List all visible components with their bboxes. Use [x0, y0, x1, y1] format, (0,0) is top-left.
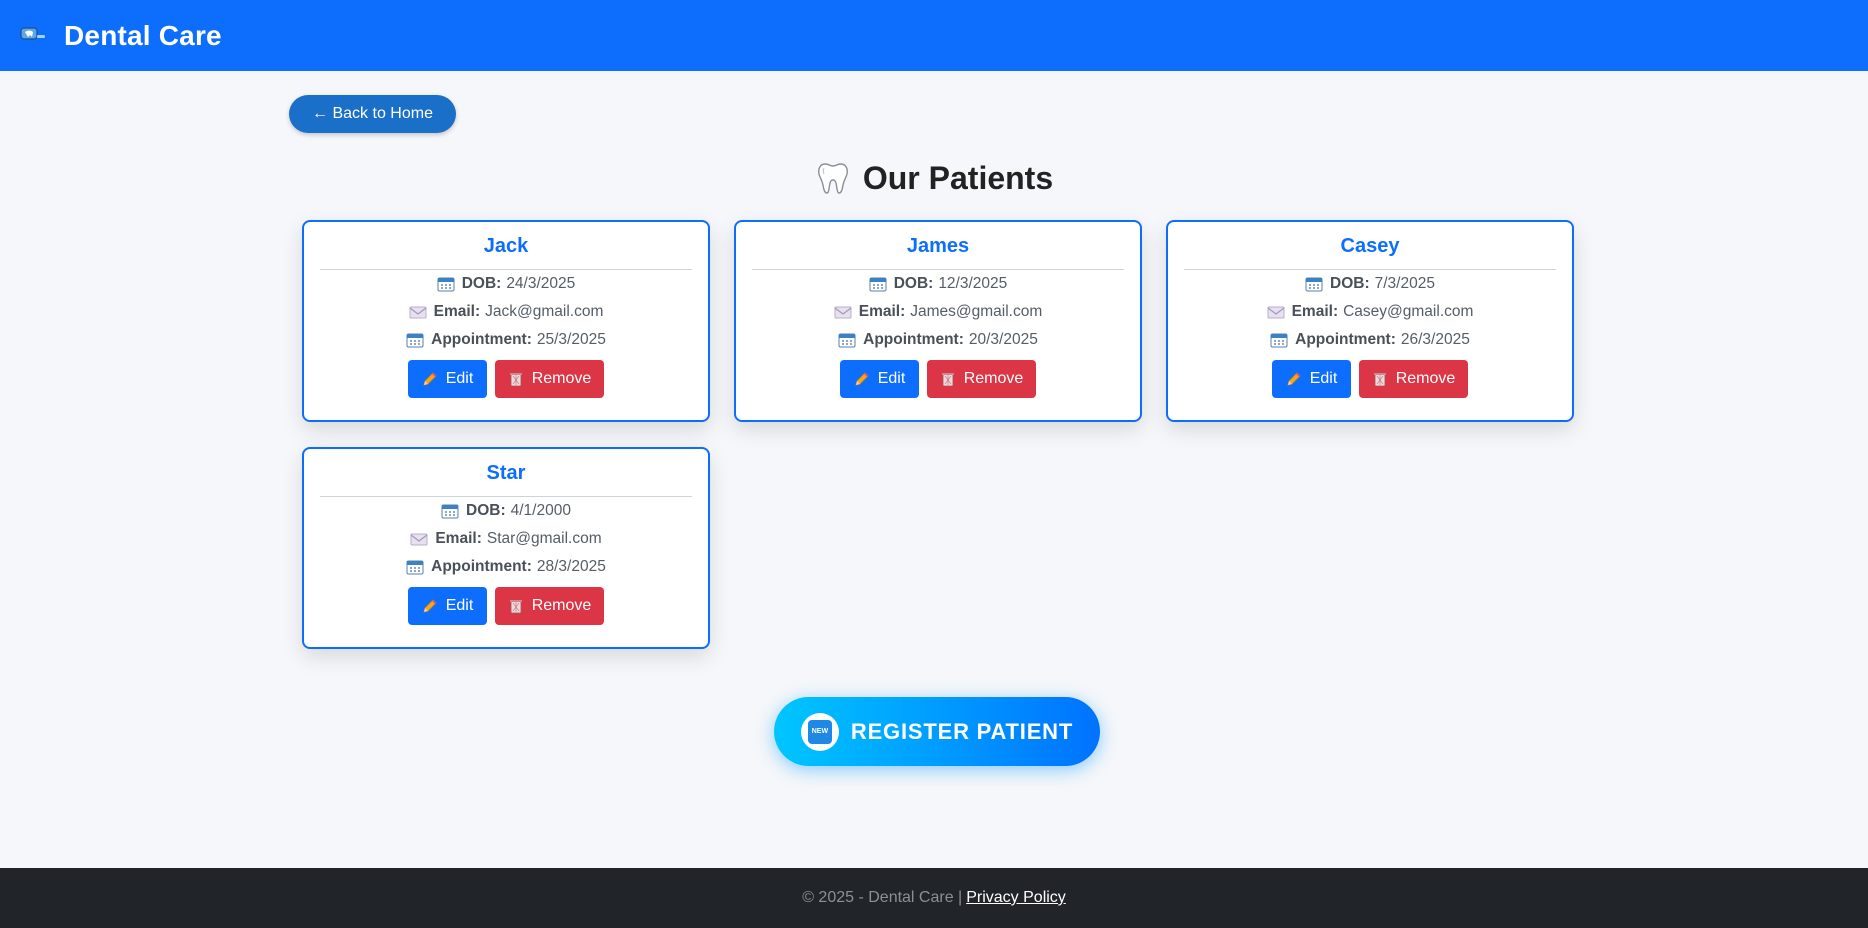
- envelope-icon: [410, 531, 428, 547]
- patient-card: Jack DOB: 24/3/2025 Email: Jack@gmail.co…: [302, 220, 710, 422]
- edit-label: Edit: [1309, 370, 1338, 387]
- appointment-row: Appointment: 20/3/2025: [752, 326, 1124, 354]
- remove-button[interactable]: Remove: [927, 360, 1036, 398]
- remove-button[interactable]: Remove: [495, 360, 604, 398]
- calendar-icon: [441, 503, 459, 519]
- email-label: Email:: [1291, 303, 1339, 320]
- dob-value: 12/3/2025: [938, 275, 1008, 292]
- card-actions: Edit Remove: [752, 360, 1124, 398]
- envelope-icon: [409, 304, 427, 320]
- dob-row: DOB: 7/3/2025: [1184, 270, 1556, 298]
- calendar-icon: [406, 332, 424, 348]
- pencil-icon: [1286, 371, 1302, 387]
- email-row: Email: James@gmail.com: [752, 298, 1124, 326]
- calendar-icon: [869, 276, 887, 292]
- footer: © 2025 - Dental Care | Privacy Policy: [0, 868, 1868, 928]
- tooth-icon: [817, 163, 848, 194]
- dob-row: DOB: 12/3/2025: [752, 270, 1124, 298]
- card-actions: Edit Remove: [1184, 360, 1556, 398]
- page-heading-text: Our Patients: [862, 159, 1054, 196]
- patient-card: Casey DOB: 7/3/2025 Email: Casey@gmail.c…: [1166, 220, 1574, 422]
- email-label: Email:: [433, 303, 481, 320]
- appointment-label: Appointment:: [1295, 331, 1396, 348]
- patient-card: Star DOB: 4/1/2000 Email: Star@gmail.com…: [302, 447, 710, 649]
- pencil-icon: [854, 371, 870, 387]
- page-title: Our Patients: [0, 154, 1868, 202]
- appointment-row: Appointment: 26/3/2025: [1184, 326, 1556, 354]
- patient-name: Casey: [1184, 222, 1556, 270]
- appointment-label: Appointment:: [431, 558, 532, 575]
- appointment-value: 26/3/2025: [1400, 331, 1470, 348]
- pencil-icon: [422, 371, 438, 387]
- edit-button[interactable]: Edit: [1272, 360, 1351, 398]
- privacy-policy-link[interactable]: Privacy Policy: [966, 889, 1066, 907]
- appointment-row: Appointment: 25/3/2025: [320, 326, 692, 354]
- register-patient-button[interactable]: NEW REGISTER PATIENT: [774, 697, 1100, 766]
- calendar-icon: [838, 332, 856, 348]
- dob-value: 4/1/2000: [510, 502, 571, 519]
- navbar: Dental Care: [0, 0, 1868, 71]
- email-row: Email: Star@gmail.com: [320, 525, 692, 553]
- trash-icon: [1372, 371, 1388, 387]
- back-to-home-button[interactable]: ← Back to Home: [289, 95, 456, 133]
- dob-value: 7/3/2025: [1374, 275, 1435, 292]
- email-row: Email: Casey@gmail.com: [1184, 298, 1556, 326]
- appointment-value: 20/3/2025: [968, 331, 1038, 348]
- remove-button[interactable]: Remove: [495, 587, 604, 625]
- remove-label: Remove: [1395, 370, 1456, 387]
- register-patient-label: REGISTER PATIENT: [850, 718, 1074, 744]
- patient-card: James DOB: 12/3/2025 Email: James@gmail.…: [734, 220, 1142, 422]
- patient-name: Star: [320, 449, 692, 497]
- footer-copyright: © 2025 - Dental Care |: [802, 889, 963, 906]
- edit-label: Edit: [445, 370, 474, 387]
- patient-name: James: [752, 222, 1124, 270]
- remove-label: Remove: [531, 597, 592, 614]
- calendar-icon: [406, 559, 424, 575]
- appointment-row: Appointment: 28/3/2025: [320, 553, 692, 581]
- email-label: Email:: [435, 530, 482, 547]
- appointment-value: 28/3/2025: [536, 558, 606, 575]
- email-value: Star@gmail.com: [486, 530, 602, 547]
- calendar-icon: [1270, 332, 1288, 348]
- dob-label: DOB:: [461, 275, 502, 292]
- envelope-icon: [1267, 304, 1285, 320]
- dob-row: DOB: 24/3/2025: [320, 270, 692, 298]
- calendar-icon: [437, 276, 455, 292]
- new-icon: NEW: [800, 712, 839, 751]
- dob-label: DOB:: [466, 502, 506, 519]
- card-actions: Edit Remove: [320, 360, 692, 398]
- appointment-value: 25/3/2025: [536, 331, 606, 348]
- edit-button[interactable]: Edit: [408, 587, 487, 625]
- dob-row: DOB: 4/1/2000: [320, 497, 692, 525]
- edit-button[interactable]: Edit: [408, 360, 487, 398]
- email-row: Email: Jack@gmail.com: [320, 298, 692, 326]
- email-value: Jack@gmail.com: [485, 303, 604, 320]
- dob-label: DOB:: [1330, 275, 1370, 292]
- edit-button[interactable]: Edit: [840, 360, 919, 398]
- tooth-logo-icon[interactable]: [18, 25, 48, 47]
- appointment-label: Appointment:: [863, 331, 964, 348]
- remove-label: Remove: [963, 370, 1024, 387]
- email-value: Casey@gmail.com: [1343, 303, 1474, 320]
- card-actions: Edit Remove: [320, 587, 692, 625]
- brand-title[interactable]: Dental Care: [64, 20, 222, 52]
- dob-label: DOB:: [893, 275, 934, 292]
- edit-label: Edit: [445, 597, 474, 614]
- remove-button[interactable]: Remove: [1359, 360, 1468, 398]
- pencil-icon: [422, 598, 438, 614]
- patient-name: Jack: [320, 222, 692, 270]
- trash-icon: [508, 371, 524, 387]
- remove-label: Remove: [531, 370, 592, 387]
- calendar-icon: [1305, 276, 1323, 292]
- edit-label: Edit: [877, 370, 906, 387]
- dob-value: 24/3/2025: [506, 275, 576, 292]
- email-value: James@gmail.com: [910, 303, 1043, 320]
- envelope-icon: [834, 304, 852, 320]
- appointment-label: Appointment:: [431, 331, 532, 348]
- email-label: Email:: [858, 303, 906, 320]
- trash-icon: [508, 598, 524, 614]
- trash-icon: [940, 371, 956, 387]
